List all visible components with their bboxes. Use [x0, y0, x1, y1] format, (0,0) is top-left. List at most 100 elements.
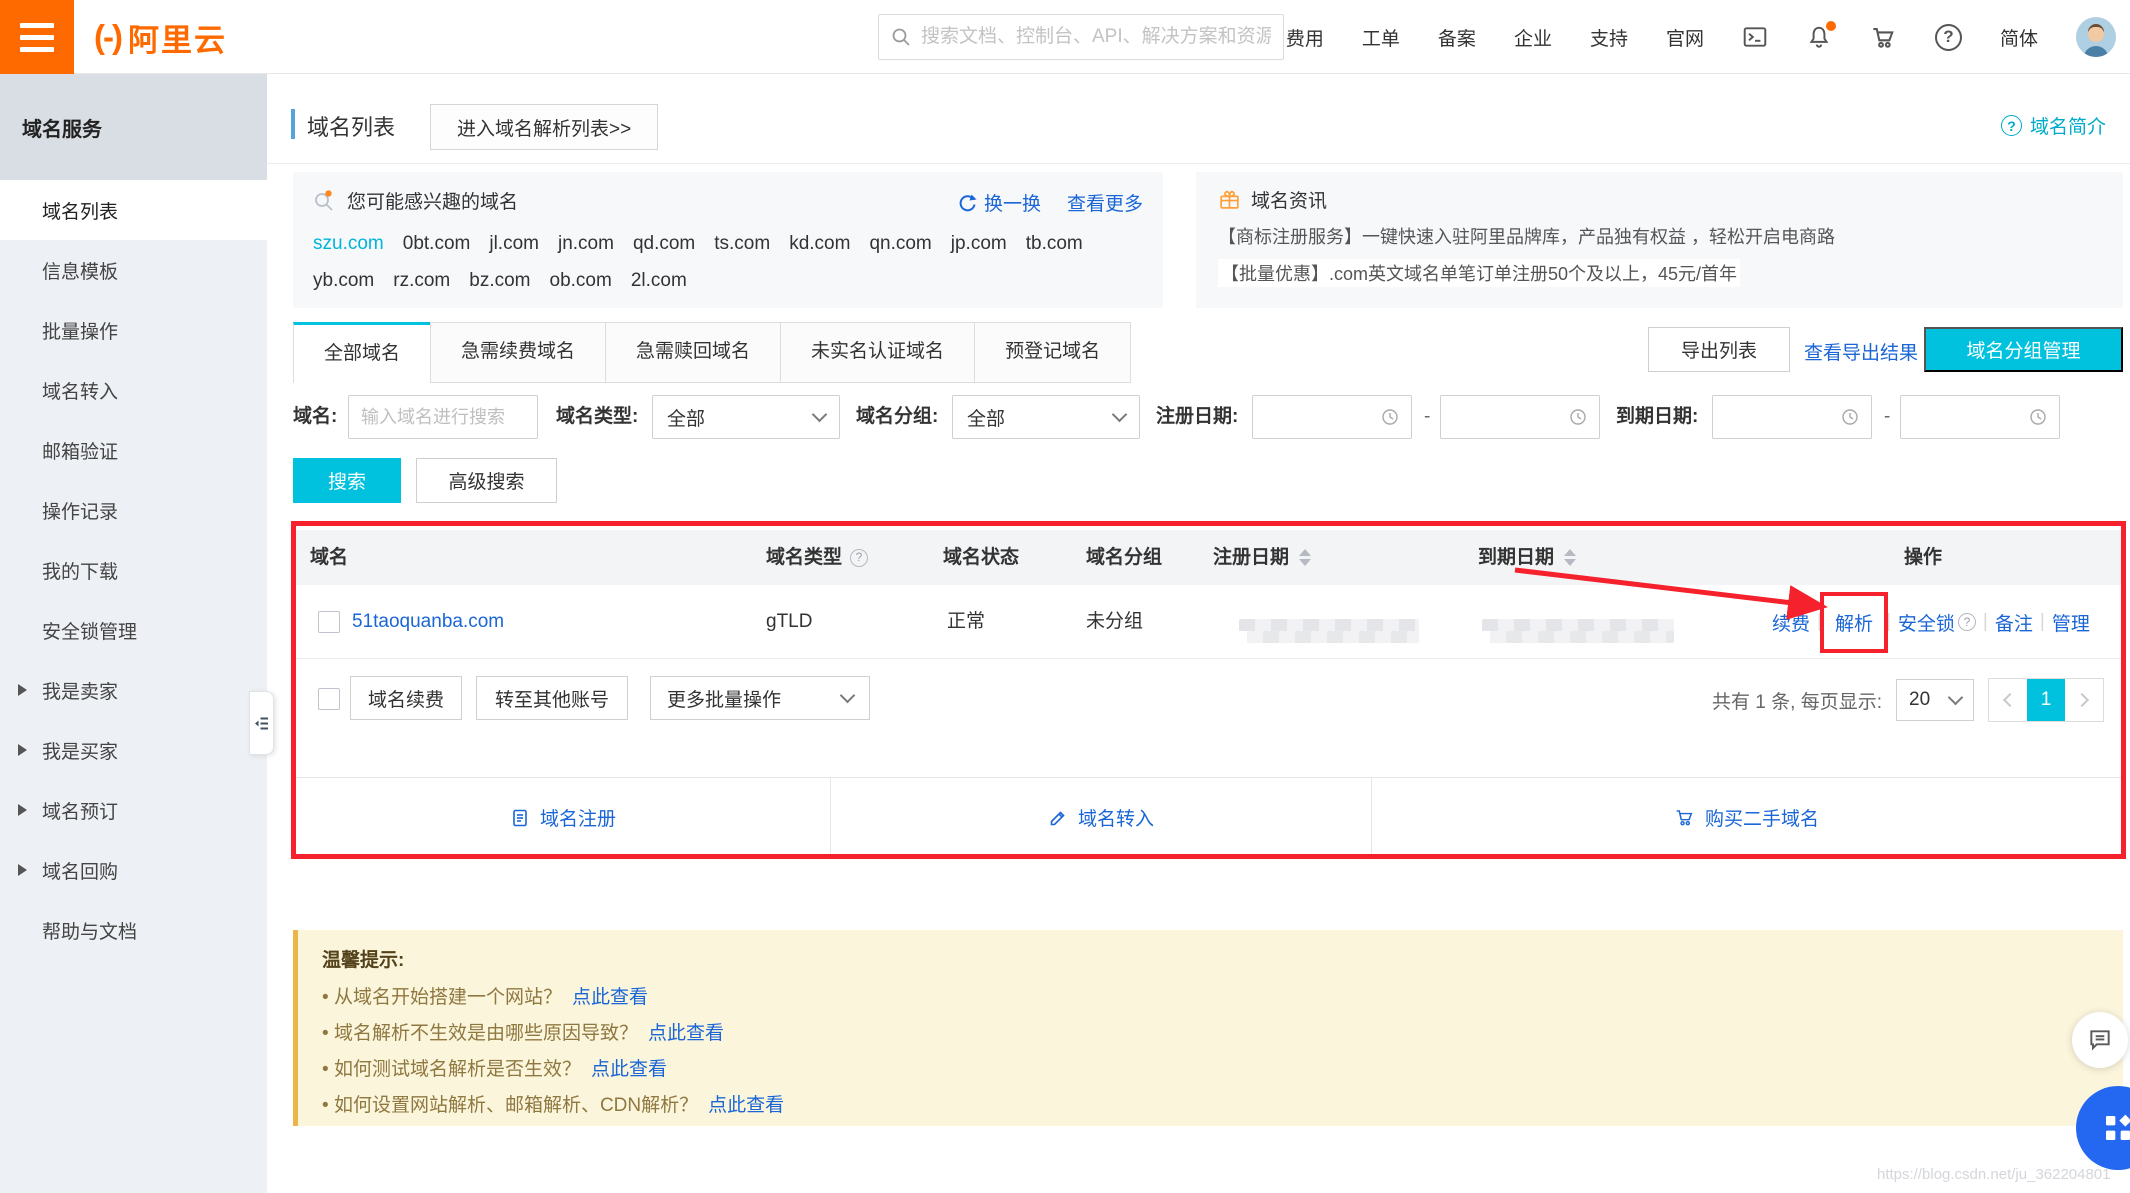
notification-bell-icon[interactable] — [1806, 24, 1832, 50]
suggested-domain[interactable]: tb.com — [1026, 227, 1083, 260]
suggested-domain[interactable]: ob.com — [550, 264, 612, 297]
exp-date-start-input[interactable] — [1712, 395, 1872, 439]
sidebar-item-i-am-seller[interactable]: 我是卖家 — [0, 660, 267, 720]
help-icon[interactable] — [1935, 24, 1962, 51]
gift-icon — [1218, 188, 1241, 211]
tip-link[interactable]: 点此查看 — [572, 987, 648, 1008]
suggested-domain[interactable]: qd.com — [633, 227, 695, 260]
suggested-domain[interactable]: qn.com — [869, 227, 931, 260]
page-size-select[interactable]: 20 — [1896, 679, 1974, 721]
domain-name-link[interactable]: 51taoquanba.com — [352, 585, 504, 659]
reg-date-start-input[interactable] — [1252, 395, 1412, 439]
nav-item-icp[interactable]: 备案 — [1438, 24, 1476, 51]
export-list-button[interactable]: 导出列表 — [1648, 327, 1790, 372]
buy-secondhand-domain-link[interactable]: 购买二手域名 — [1372, 778, 2121, 857]
row-checkbox[interactable] — [318, 611, 340, 633]
sidebar-item-security-lock[interactable]: 安全锁管理 — [0, 600, 267, 660]
news-line[interactable]: 【商标注册服务】一键快速入驻阿里品牌库，产品独有权益 ，轻松开启电商路 — [1218, 223, 2101, 249]
search-button[interactable]: 搜索 — [293, 458, 401, 503]
sidebar-item-domain-transfer-in[interactable]: 域名转入 — [0, 360, 267, 420]
sidebar-item-info-template[interactable]: 信息模板 — [0, 240, 267, 300]
enter-dns-list-button[interactable]: 进入域名解析列表>> — [430, 104, 658, 150]
tab-preregistered[interactable]: 预登记域名 — [974, 322, 1131, 383]
suggested-domain[interactable]: yb.com — [313, 264, 374, 297]
terminal-icon[interactable] — [1742, 24, 1768, 50]
reg-date-end-input[interactable] — [1440, 395, 1600, 439]
suggested-domain[interactable]: jp.com — [951, 227, 1007, 260]
suggested-domain[interactable]: jn.com — [558, 227, 614, 260]
advanced-search-button[interactable]: 高级搜索 — [416, 458, 557, 503]
tab-all-domains[interactable]: 全部域名 — [293, 322, 431, 383]
sidebar-item-domain-list[interactable]: 域名列表 — [0, 180, 267, 240]
suggested-domain[interactable]: szu.com — [313, 227, 384, 260]
refresh-domains-link[interactable]: 换一换 — [957, 189, 1041, 216]
nav-item-billing[interactable]: 费用 — [1286, 24, 1324, 51]
sidebar-item-my-downloads[interactable]: 我的下载 — [0, 540, 267, 600]
locale-switcher[interactable]: 简体 — [2000, 24, 2038, 51]
sort-icon[interactable] — [1564, 549, 1576, 566]
suggested-domain[interactable]: 0bt.com — [403, 227, 471, 260]
col-reg-date[interactable]: 注册日期 — [1213, 530, 1311, 585]
hamburger-menu-button[interactable] — [0, 0, 74, 74]
transfer-in-domain-link[interactable]: 域名转入 — [831, 778, 1372, 857]
suggested-domain[interactable]: rz.com — [393, 264, 450, 297]
domain-intro-link[interactable]: 域名简介 — [2001, 112, 2106, 139]
suggested-domain[interactable]: jl.com — [489, 227, 539, 260]
current-page-button[interactable]: 1 — [2027, 679, 2065, 721]
view-export-result-link[interactable]: 查看导出结果 — [1804, 338, 1918, 365]
tab-unverified[interactable]: 未实名认证域名 — [780, 322, 975, 383]
domain-type-value: gTLD — [766, 585, 812, 659]
tip-link[interactable]: 点此查看 — [591, 1059, 667, 1080]
sidebar-item-email-verification[interactable]: 邮箱验证 — [0, 420, 267, 480]
question-circle-icon[interactable] — [850, 549, 868, 567]
next-page-button[interactable] — [2065, 679, 2103, 721]
sort-icon[interactable] — [1299, 549, 1311, 566]
global-search-input[interactable] — [921, 26, 1271, 48]
more-batch-operations-select[interactable]: 更多批量操作 — [650, 676, 870, 720]
user-avatar[interactable] — [2076, 17, 2116, 57]
view-more-link[interactable]: 查看更多 — [1067, 189, 1143, 216]
tip-link[interactable]: 点此查看 — [708, 1095, 784, 1116]
group-filter-select[interactable]: 全部 — [952, 395, 1140, 439]
sidebar-item-i-am-buyer[interactable]: 我是买家 — [0, 720, 267, 780]
tab-renew-urgent[interactable]: 急需续费域名 — [430, 322, 606, 383]
prev-page-button[interactable] — [1989, 679, 2027, 721]
suggested-domain[interactable]: bz.com — [469, 264, 530, 297]
suggested-domain[interactable]: ts.com — [714, 227, 770, 260]
nav-item-enterprise[interactable]: 企业 — [1514, 24, 1552, 51]
global-search[interactable] — [878, 14, 1284, 60]
sidebar-item-domain-buyback[interactable]: 域名回购 — [0, 840, 267, 900]
suggested-domain[interactable]: 2l.com — [631, 264, 687, 297]
batch-renew-button[interactable]: 域名续费 — [350, 676, 462, 720]
type-filter-select[interactable]: 全部 — [652, 395, 840, 439]
domain-group-manage-button[interactable]: 域名分组管理 — [1924, 327, 2123, 372]
sidebar-collapse-handle[interactable] — [249, 691, 274, 755]
remark-action-link[interactable]: 备注 — [1995, 609, 2033, 636]
select-all-checkbox[interactable] — [318, 688, 340, 710]
col-exp-date[interactable]: 到期日期 — [1478, 530, 1576, 585]
nav-item-tickets[interactable]: 工单 — [1362, 24, 1400, 51]
cart-icon[interactable] — [1870, 24, 1897, 51]
batch-transfer-button[interactable]: 转至其他账号 — [476, 676, 628, 720]
tab-redeem-urgent[interactable]: 急需赎回域名 — [605, 322, 781, 383]
domain-filter-input[interactable] — [349, 407, 537, 428]
pagination: 共有 1 条, 每页显示: 20 1 — [1712, 678, 2104, 722]
renew-action-link[interactable]: 续费 — [1772, 609, 1810, 636]
news-line[interactable]: 【批量优惠】.com英文域名单笔订单注册50个及以上，45元/首年 — [1218, 259, 2101, 287]
manage-action-link[interactable]: 管理 — [2052, 609, 2090, 636]
tip-link[interactable]: 点此查看 — [648, 1023, 724, 1044]
suggested-domain[interactable]: kd.com — [789, 227, 850, 260]
feedback-chat-button[interactable] — [2072, 1012, 2128, 1068]
resolve-action-link[interactable]: 解析 — [1835, 609, 1873, 636]
sidebar-item-operation-records[interactable]: 操作记录 — [0, 480, 267, 540]
nav-item-website[interactable]: 官网 — [1666, 24, 1704, 51]
security-lock-action-link[interactable]: 安全锁 — [1898, 609, 1976, 636]
sidebar-item-help-docs[interactable]: 帮助与文档 — [0, 900, 267, 960]
sidebar-item-domain-preorder[interactable]: 域名预订 — [0, 780, 267, 840]
pencil-icon — [1048, 808, 1068, 828]
nav-item-support[interactable]: 支持 — [1590, 24, 1628, 51]
aliyun-logo[interactable]: (-) 阿里云 — [94, 0, 227, 74]
sidebar-item-batch-operation[interactable]: 批量操作 — [0, 300, 267, 360]
register-domain-link[interactable]: 域名注册 — [296, 778, 831, 857]
exp-date-end-input[interactable] — [1900, 395, 2060, 439]
